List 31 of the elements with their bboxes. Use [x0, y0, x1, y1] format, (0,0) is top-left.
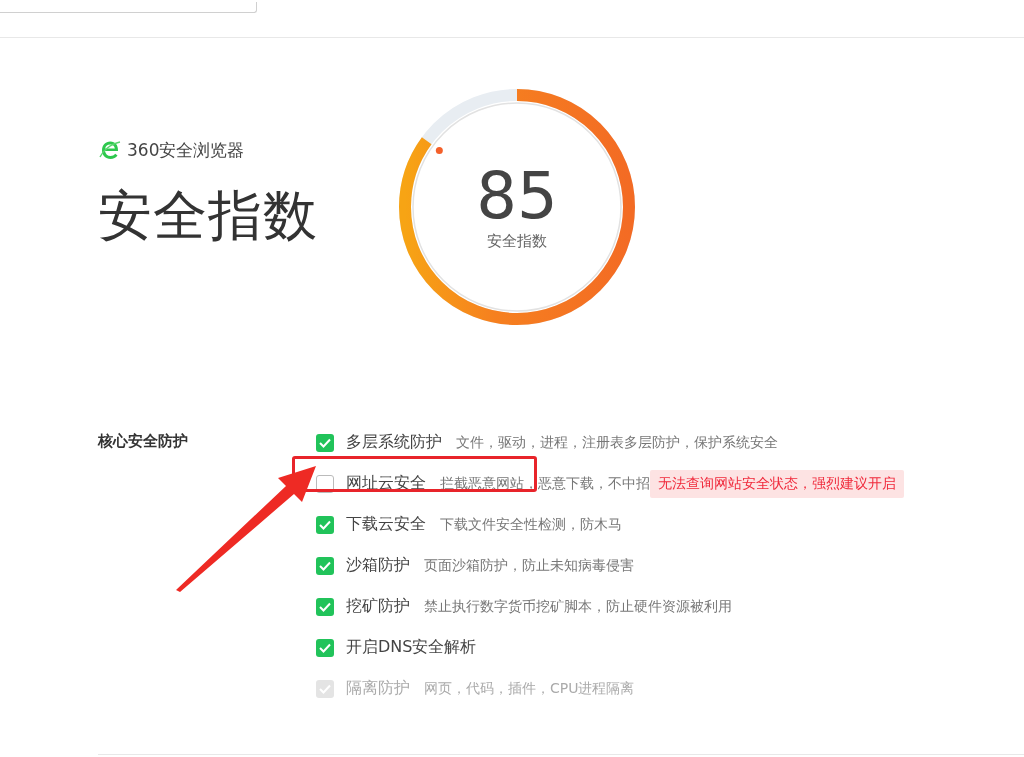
score-value: 85	[476, 163, 558, 228]
page-title: 安全指数	[98, 183, 319, 249]
option-label: 下载云安全	[346, 514, 426, 535]
checkbox[interactable]	[316, 597, 334, 616]
option-label: 沙箱防护	[346, 555, 410, 576]
option-label: 隔离防护	[346, 678, 410, 699]
option-description: 禁止执行数字货币挖矿脚本，防止硬件资源被利用	[424, 597, 732, 616]
checkbox[interactable]	[316, 515, 334, 534]
option-description: 下载文件安全性检测，防木马	[440, 515, 622, 534]
option-description: 页面沙箱防护，防止未知病毒侵害	[424, 556, 634, 575]
check-icon	[319, 560, 331, 571]
warning-message: 无法查询网站安全状态，强烈建议开启	[650, 469, 904, 498]
score-label: 安全指数	[487, 231, 547, 251]
option-description: 文件，驱动，进程，注册表多层防护，保护系统安全	[456, 433, 778, 452]
brand-name: 360安全浏览器	[127, 138, 245, 162]
check-icon	[319, 437, 331, 448]
check-icon	[319, 683, 331, 694]
option-label: 多层系统防护	[346, 432, 442, 453]
option-label: 挖矿防护	[346, 596, 410, 617]
check-icon	[319, 601, 331, 612]
checkbox[interactable]	[316, 433, 334, 452]
check-icon	[319, 519, 331, 530]
section-label: 核心安全防护	[98, 431, 189, 452]
check-icon	[319, 642, 331, 653]
gauge-dot	[435, 147, 443, 155]
option-label: 开启DNS安全解析	[346, 637, 477, 658]
browser-logo-icon	[98, 138, 122, 162]
checkbox[interactable]	[316, 556, 334, 575]
search-field[interactable]	[0, 2, 257, 13]
checkbox[interactable]	[316, 638, 334, 657]
option-description: 网页，代码，插件，CPU进程隔离	[424, 679, 635, 698]
